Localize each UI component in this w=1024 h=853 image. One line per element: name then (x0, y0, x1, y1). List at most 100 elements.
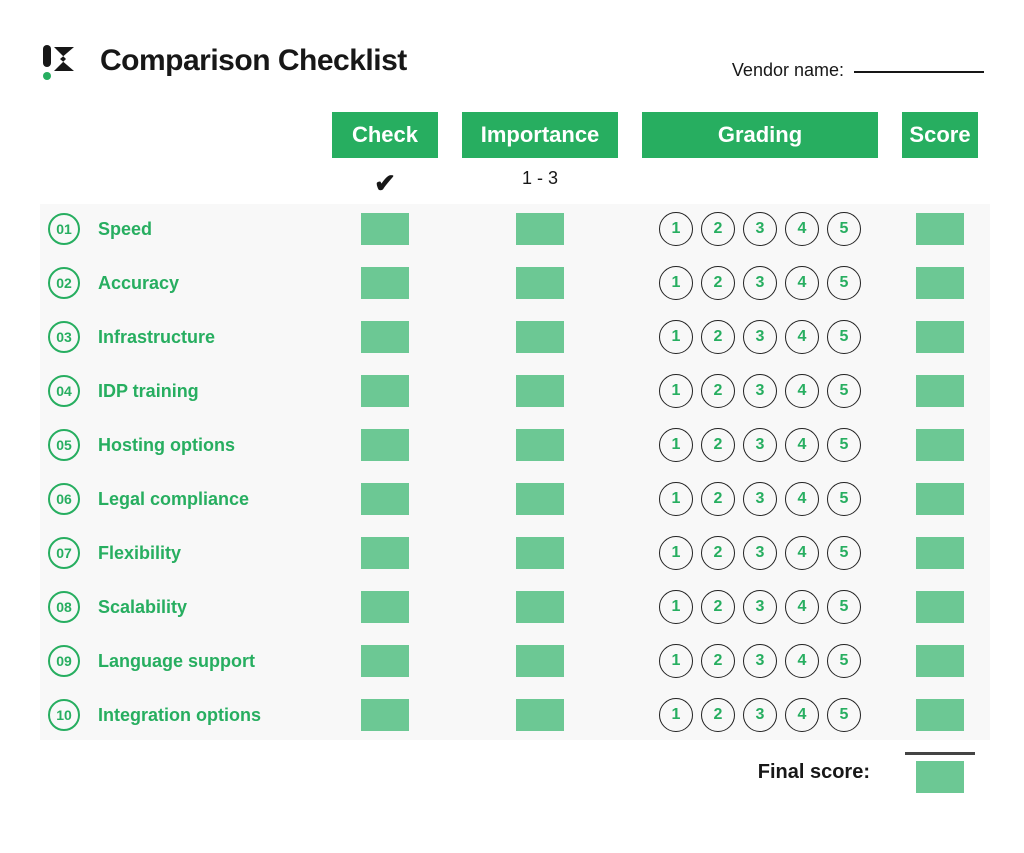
grade-option[interactable]: 5 (827, 374, 861, 408)
grade-option[interactable]: 2 (701, 482, 735, 516)
grade-option[interactable]: 3 (743, 536, 777, 570)
grade-option[interactable]: 3 (743, 266, 777, 300)
check-box[interactable] (361, 429, 409, 461)
grade-option[interactable]: 1 (659, 428, 693, 462)
score-box[interactable] (916, 267, 964, 299)
score-box[interactable] (916, 321, 964, 353)
grade-option[interactable]: 1 (659, 266, 693, 300)
grade-option[interactable]: 1 (659, 536, 693, 570)
grade-option[interactable]: 3 (743, 698, 777, 732)
score-box[interactable] (916, 483, 964, 515)
score-box[interactable] (916, 429, 964, 461)
grade-option[interactable]: 4 (785, 536, 819, 570)
grade-option[interactable]: 3 (743, 320, 777, 354)
column-header-grading: Grading (642, 112, 878, 158)
grade-option[interactable]: 5 (827, 482, 861, 516)
score-box[interactable] (916, 537, 964, 569)
importance-box[interactable] (516, 429, 564, 461)
grade-option[interactable]: 4 (785, 698, 819, 732)
score-box[interactable] (916, 699, 964, 731)
criteria-label: Language support (98, 651, 255, 672)
score-box[interactable] (916, 645, 964, 677)
grade-option[interactable]: 2 (701, 590, 735, 624)
check-box[interactable] (361, 537, 409, 569)
grade-option[interactable]: 1 (659, 698, 693, 732)
grade-option[interactable]: 2 (701, 698, 735, 732)
grading-row: 12345 (630, 482, 890, 516)
grade-option[interactable]: 4 (785, 374, 819, 408)
grade-option[interactable]: 2 (701, 374, 735, 408)
importance-box[interactable] (516, 699, 564, 731)
grade-option[interactable]: 2 (701, 212, 735, 246)
grade-option[interactable]: 5 (827, 320, 861, 354)
importance-box[interactable] (516, 375, 564, 407)
final-score-box[interactable] (916, 761, 964, 793)
grade-option[interactable]: 2 (701, 320, 735, 354)
grade-option[interactable]: 5 (827, 590, 861, 624)
grade-option[interactable]: 1 (659, 320, 693, 354)
grade-option[interactable]: 3 (743, 590, 777, 624)
grade-option[interactable]: 1 (659, 590, 693, 624)
grade-option[interactable]: 2 (701, 428, 735, 462)
importance-box[interactable] (516, 591, 564, 623)
criteria-label: Scalability (98, 597, 187, 618)
grade-option[interactable]: 5 (827, 536, 861, 570)
criteria-label: Legal compliance (98, 489, 249, 510)
check-box[interactable] (361, 375, 409, 407)
importance-box[interactable] (516, 537, 564, 569)
check-box[interactable] (361, 213, 409, 245)
grade-option[interactable]: 4 (785, 482, 819, 516)
grade-option[interactable]: 1 (659, 374, 693, 408)
grade-option[interactable]: 3 (743, 212, 777, 246)
check-box[interactable] (361, 267, 409, 299)
grade-option[interactable]: 2 (701, 536, 735, 570)
importance-box[interactable] (516, 483, 564, 515)
grade-option[interactable]: 3 (743, 374, 777, 408)
check-box[interactable] (361, 699, 409, 731)
criteria-number: 03 (48, 321, 80, 353)
importance-box[interactable] (516, 645, 564, 677)
grade-option[interactable]: 2 (701, 266, 735, 300)
grade-option[interactable]: 4 (785, 428, 819, 462)
score-box[interactable] (916, 213, 964, 245)
grading-row: 12345 (630, 590, 890, 624)
grade-option[interactable]: 5 (827, 212, 861, 246)
score-box[interactable] (916, 375, 964, 407)
importance-box[interactable] (516, 213, 564, 245)
grade-option[interactable]: 1 (659, 644, 693, 678)
criteria-number: 08 (48, 591, 80, 623)
grade-option[interactable]: 4 (785, 266, 819, 300)
grade-option[interactable]: 3 (743, 482, 777, 516)
final-score-divider (905, 752, 975, 755)
grade-option[interactable]: 3 (743, 428, 777, 462)
check-box[interactable] (361, 321, 409, 353)
grade-option[interactable]: 5 (827, 266, 861, 300)
grade-option[interactable]: 4 (785, 320, 819, 354)
importance-box[interactable] (516, 267, 564, 299)
importance-box[interactable] (516, 321, 564, 353)
importance-subhead: 1 - 3 (450, 168, 630, 196)
grade-option[interactable]: 5 (827, 698, 861, 732)
check-box[interactable] (361, 645, 409, 677)
criteria-number: 06 (48, 483, 80, 515)
grading-row: 12345 (630, 266, 890, 300)
check-box[interactable] (361, 591, 409, 623)
grade-option[interactable]: 3 (743, 644, 777, 678)
criteria-label: Speed (98, 219, 152, 240)
score-box[interactable] (916, 591, 964, 623)
column-header-importance: Importance (462, 112, 618, 158)
grade-option[interactable]: 4 (785, 644, 819, 678)
grade-option[interactable]: 1 (659, 212, 693, 246)
grade-option[interactable]: 4 (785, 212, 819, 246)
criteria-row: 07Flexibility (40, 537, 320, 569)
check-box[interactable] (361, 483, 409, 515)
criteria-label: IDP training (98, 381, 199, 402)
grade-option[interactable]: 5 (827, 644, 861, 678)
grade-option[interactable]: 2 (701, 644, 735, 678)
grade-option[interactable]: 4 (785, 590, 819, 624)
grading-row: 12345 (630, 536, 890, 570)
grade-option[interactable]: 5 (827, 428, 861, 462)
criteria-number: 09 (48, 645, 80, 677)
vendor-name-input[interactable] (854, 71, 984, 73)
grade-option[interactable]: 1 (659, 482, 693, 516)
